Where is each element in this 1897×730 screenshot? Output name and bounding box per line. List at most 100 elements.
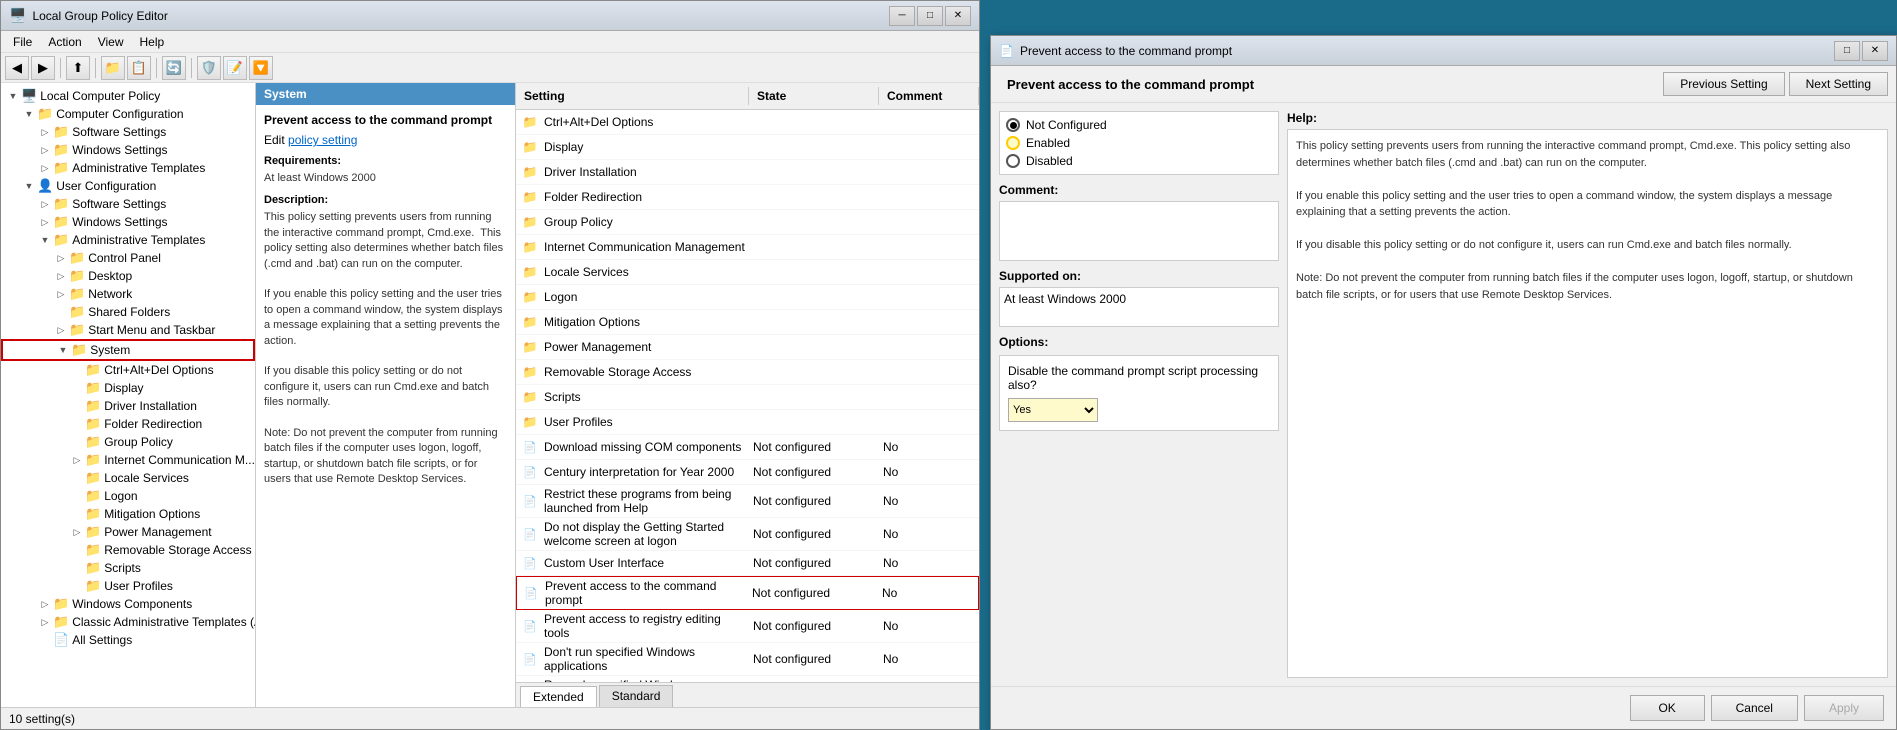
folder-logon[interactable]: 📁 Logon <box>516 285 979 310</box>
tree-start-menu[interactable]: ▷ 📁 Start Menu and Taskbar <box>1 321 255 339</box>
tree-computer-config[interactable]: ▼ 📁 Computer Configuration <box>1 105 255 123</box>
policy-setting-link[interactable]: policy setting <box>288 133 357 147</box>
back-button[interactable]: ◀ <box>5 56 29 80</box>
expand-wc[interactable]: ▷ <box>37 596 53 612</box>
expand-software-u[interactable]: ▷ <box>37 196 53 212</box>
expand-computer[interactable]: ▼ <box>21 106 37 122</box>
expand-windows-c[interactable]: ▷ <box>37 142 53 158</box>
minimize-button[interactable]: ─ <box>889 6 915 26</box>
expand-up[interactable] <box>69 578 85 594</box>
folder-driver-install[interactable]: 📁 Driver Installation <box>516 160 979 185</box>
tree-root[interactable]: ▼ 🖥️ Local Computer Policy <box>1 87 255 105</box>
menu-file[interactable]: File <box>5 33 40 51</box>
tree-shared-folders[interactable]: 📁 Shared Folders <box>1 303 255 321</box>
close-button[interactable]: ✕ <box>945 6 971 26</box>
folder-mitigation[interactable]: 📁 Mitigation Options <box>516 310 979 335</box>
col-setting-header[interactable]: Setting <box>516 87 749 105</box>
tree-admin-u[interactable]: ▼ 📁 Administrative Templates <box>1 231 255 249</box>
tree-all-settings[interactable]: 📄 All Settings <box>1 631 255 649</box>
menu-view[interactable]: View <box>90 33 132 51</box>
radio-disabled[interactable]: Disabled <box>1006 154 1272 168</box>
tree-locale[interactable]: 📁 Locale Services <box>1 469 255 487</box>
show-hide-button[interactable]: 📁 <box>101 56 125 80</box>
tree-admin-c[interactable]: ▷ 📁 Administrative Templates <box>1 159 255 177</box>
tree-software-c[interactable]: ▷ 📁 Software Settings <box>1 123 255 141</box>
dialog-close-button[interactable]: ✕ <box>1862 41 1888 61</box>
expand-admin-u[interactable]: ▼ <box>37 232 53 248</box>
forward-button[interactable]: ▶ <box>31 56 55 80</box>
folder-locale[interactable]: 📁 Locale Services <box>516 260 979 285</box>
tree-folder-redir[interactable]: 📁 Folder Redirection <box>1 415 255 433</box>
menu-action[interactable]: Action <box>40 33 89 51</box>
tree-classic-admin[interactable]: ▷ 📁 Classic Administrative Templates (AD… <box>1 613 255 631</box>
tree-ctrl-alt-del[interactable]: 📁 Ctrl+Alt+Del Options <box>1 361 255 379</box>
tree-group-policy[interactable]: 📁 Group Policy <box>1 433 255 451</box>
tree-removable[interactable]: 📁 Removable Storage Access <box>1 541 255 559</box>
apply-button[interactable]: Apply <box>1804 695 1884 721</box>
folder-group-policy[interactable]: 📁 Group Policy <box>516 210 979 235</box>
next-setting-button[interactable]: Next Setting <box>1789 72 1888 96</box>
expand-cad[interactable] <box>69 362 85 378</box>
expand-scripts[interactable] <box>69 560 85 576</box>
tree-windows-comp[interactable]: ▷ 📁 Windows Components <box>1 595 255 613</box>
tree-internet-comms[interactable]: ▷ 📁 Internet Communication M... <box>1 451 255 469</box>
expand-logon[interactable] <box>69 488 85 504</box>
tree-logon[interactable]: 📁 Logon <box>1 487 255 505</box>
radio-not-configured[interactable]: Not Configured <box>1006 118 1272 132</box>
expand-system[interactable]: ▼ <box>55 342 71 358</box>
expand-windows-u[interactable]: ▷ <box>37 214 53 230</box>
expand-sf[interactable] <box>53 304 69 320</box>
folder-display[interactable]: 📁 Display <box>516 135 979 160</box>
policy-prevent-reg[interactable]: 📄 Prevent access to registry editing too… <box>516 610 979 643</box>
expand-driver[interactable] <box>69 398 85 414</box>
expand-ca[interactable]: ▷ <box>37 614 53 630</box>
tree-desktop[interactable]: ▷ 📁 Desktop <box>1 267 255 285</box>
tree-windows-u[interactable]: ▷ 📁 Windows Settings <box>1 213 255 231</box>
policy-restrict-programs[interactable]: 📄 Restrict these programs from being lau… <box>516 485 979 518</box>
expand-cp[interactable]: ▷ <box>53 250 69 266</box>
dialog-restore-button[interactable]: □ <box>1834 41 1860 61</box>
col-comment-header[interactable]: Comment <box>879 87 979 105</box>
radio-input-not-configured[interactable] <box>1006 118 1020 132</box>
tree-software-u[interactable]: ▷ 📁 Software Settings <box>1 195 255 213</box>
radio-enabled[interactable]: Enabled <box>1006 136 1272 150</box>
policy-custom-ui[interactable]: 📄 Custom User Interface Not configured N… <box>516 551 979 576</box>
tree-mitigation[interactable]: 📁 Mitigation Options <box>1 505 255 523</box>
prev-setting-button[interactable]: Previous Setting <box>1663 72 1784 96</box>
tree-windows-c[interactable]: ▷ 📁 Windows Settings <box>1 141 255 159</box>
tree-scripts[interactable]: 📁 Scripts <box>1 559 255 577</box>
filter-button[interactable]: 🔽 <box>249 56 273 80</box>
policy-no-welcome[interactable]: 📄 Do not display the Getting Started wel… <box>516 518 979 551</box>
tree-expand-root[interactable]: ▼ <box>5 88 21 104</box>
expand-as[interactable] <box>37 632 53 648</box>
tree-control-panel[interactable]: ▷ 📁 Control Panel <box>1 249 255 267</box>
folder-internet-comms[interactable]: 📁 Internet Communication Management <box>516 235 979 260</box>
refresh-button[interactable]: 🔄 <box>162 56 186 80</box>
shield-button[interactable]: 🛡️ <box>197 56 221 80</box>
edit-button[interactable]: 📝 <box>223 56 247 80</box>
expand-admin-c[interactable]: ▷ <box>37 160 53 176</box>
radio-input-enabled[interactable] <box>1006 136 1020 150</box>
expand-display[interactable] <box>69 380 85 396</box>
expand-locale[interactable] <box>69 470 85 486</box>
menu-help[interactable]: Help <box>132 33 173 51</box>
tree-network[interactable]: ▷ 📁 Network <box>1 285 255 303</box>
expand-sm[interactable]: ▷ <box>53 322 69 338</box>
expand-gp[interactable] <box>69 434 85 450</box>
options-dropdown[interactable]: Yes No <box>1008 398 1098 422</box>
tree-user-config[interactable]: ▼ 👤 User Configuration <box>1 177 255 195</box>
policy-dont-run[interactable]: 📄 Don't run specified Windows applicatio… <box>516 643 979 676</box>
expand-desktop[interactable]: ▷ <box>53 268 69 284</box>
folder-removable[interactable]: 📁 Removable Storage Access <box>516 360 979 385</box>
folder-ctrl-alt-del[interactable]: 📁 Ctrl+Alt+Del Options <box>516 110 979 135</box>
expand-mit[interactable] <box>69 506 85 522</box>
tree-power[interactable]: ▷ 📁 Power Management <box>1 523 255 541</box>
expand-software-c[interactable]: ▷ <box>37 124 53 140</box>
expand-fr[interactable] <box>69 416 85 432</box>
folder-user-profiles[interactable]: 📁 User Profiles <box>516 410 979 435</box>
tab-standard[interactable]: Standard <box>599 685 674 707</box>
folder-power[interactable]: 📁 Power Management <box>516 335 979 360</box>
properties-button[interactable]: 📋 <box>127 56 151 80</box>
folder-folder-redir[interactable]: 📁 Folder Redirection <box>516 185 979 210</box>
policy-download-com[interactable]: 📄 Download missing COM components Not co… <box>516 435 979 460</box>
